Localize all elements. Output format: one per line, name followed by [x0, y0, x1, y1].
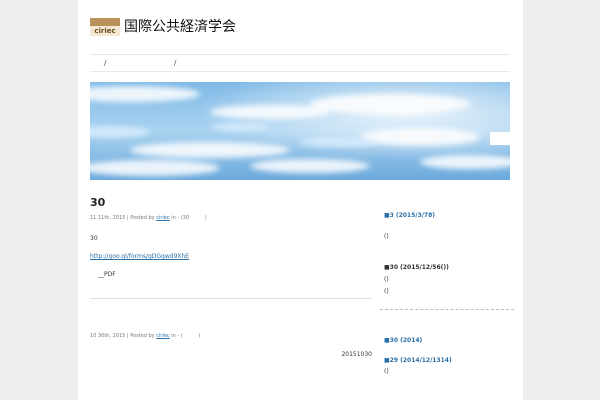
banner-side-tab [490, 132, 510, 145]
nav-separator: / [174, 59, 177, 67]
site-logo[interactable]: ciriec [90, 18, 120, 36]
post-meta: 11 11th, 2015 | Posted by ciriec in - (3… [90, 215, 372, 221]
post-category-link[interactable]: - (30 [177, 215, 189, 221]
post-divider [90, 298, 372, 299]
post-text: 30 [90, 235, 98, 242]
sidebar-item-text: () [384, 276, 389, 283]
sidebar-item-heading[interactable]: ■30 (2015/12/56()) [384, 264, 510, 271]
post-date-text: 20151030 [341, 351, 372, 358]
post-meta-close: ) [198, 333, 201, 339]
sidebar-divider [380, 309, 514, 310]
sidebar: ■3 (2015/3/78) () ■30 (2015/12/56()) () … [380, 212, 514, 375]
sidebar-item-text: () [384, 233, 389, 240]
nav-bar: / / [90, 54, 510, 72]
post-author-link[interactable]: ciriec [156, 215, 169, 221]
post-author-link[interactable]: ciriec [156, 333, 169, 339]
header-banner-image [90, 82, 510, 180]
sidebar-item-heading[interactable]: ■30 (2014) [384, 337, 510, 344]
pdf-link[interactable]: __PDF [90, 271, 372, 278]
post-meta-close: ) [204, 215, 207, 221]
post-body: 30 http://goo.gl/forms/gDGqwd9XhE __PDF [90, 235, 372, 278]
post-title[interactable]: 30 [90, 196, 372, 209]
post-category-link[interactable]: - ( [177, 333, 182, 339]
post-date: 11 11th, 2015 | Posted by [90, 215, 155, 221]
post-meta-in: in [171, 215, 176, 221]
logo-text: ciriec [90, 26, 120, 36]
site-header: ciriec 国際公共経済学会 [90, 14, 236, 40]
main-content: 30 11 11th, 2015 | Posted by ciriec in -… [90, 196, 372, 358]
sidebar-item-heading[interactable]: ■29 (2014/12/1314) [384, 357, 510, 364]
sidebar-item-text: () [384, 368, 389, 375]
post-meta-in: in [171, 333, 176, 339]
sidebar-item-heading[interactable]: ■3 (2015/3/78) [384, 212, 510, 219]
form-link[interactable]: http://goo.gl/forms/gDGqwd9XhE [90, 253, 189, 260]
page-container: ciriec 国際公共経済学会 / / 30 11 11th, 2015 | P… [78, 0, 523, 400]
post-date: 10 30th, 2015 | Posted by [90, 333, 155, 339]
nav-separator: / [104, 59, 107, 67]
post-meta: 10 30th, 2015 | Posted by ciriec in - ( … [90, 333, 372, 339]
site-title[interactable]: 国際公共経済学会 [124, 14, 236, 40]
sidebar-item-text: () [384, 288, 389, 295]
